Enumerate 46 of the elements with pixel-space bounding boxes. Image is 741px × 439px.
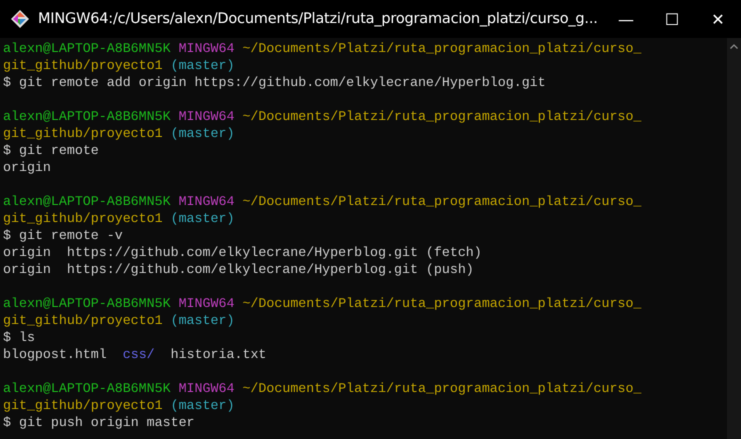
prompt-user: alexn@LAPTOP-A8B6MN5K — [3, 380, 171, 397]
prompt-user: alexn@LAPTOP-A8B6MN5K — [3, 108, 171, 125]
prompt-symbol: $ — [3, 329, 11, 346]
prompt-system: MINGW64 — [178, 380, 234, 397]
prompt-symbol: $ — [3, 142, 11, 159]
prompt-symbol: $ — [3, 74, 11, 91]
prompt-user: alexn@LAPTOP-A8B6MN5K — [3, 295, 171, 312]
prompt-user: alexn@LAPTOP-A8B6MN5K — [3, 40, 171, 57]
minimize-button[interactable]: — — [603, 0, 649, 38]
prompt-path: git_github/proyecto1 — [3, 57, 163, 74]
prompt-path: git_github/proyecto1 — [3, 210, 163, 227]
directory-name: css/ — [122, 346, 155, 363]
prompt-path: git_github/proyecto1 — [3, 397, 163, 414]
prompt-path: git_github/proyecto1 — [3, 312, 163, 329]
output-text: origin — [3, 159, 51, 176]
output-text: blogpost.html — [3, 346, 107, 363]
prompt-path: ~/Documents/Platzi/ruta_programacion_platzi/curso_ — [242, 193, 642, 210]
prompt-path: ~/Documents/Platzi/ruta_programacion_platzi/curso_ — [242, 380, 642, 397]
prompt-branch: (master) — [170, 57, 234, 74]
prompt-path: ~/Documents/Platzi/ruta_programacion_platzi/curso_ — [242, 40, 642, 57]
prompt-system: MINGW64 — [178, 40, 234, 57]
command-text: git remote -v — [18, 227, 123, 244]
prompt-branch: (master) — [170, 125, 234, 142]
command-text: git remote add origin https://github.com/elkylecrane/Hyperblog.git — [18, 74, 546, 91]
command-text: git push origin master — [18, 414, 195, 431]
command-text: git remote — [18, 142, 99, 159]
maximize-button[interactable]: ☐ — [649, 0, 695, 38]
prompt-symbol: $ — [3, 414, 11, 431]
prompt-user: alexn@LAPTOP-A8B6MN5K — [3, 193, 171, 210]
close-button[interactable]: ✕ — [695, 0, 741, 38]
output-text: origin https://github.com/elkylecrane/Hyperblog.git (fetch) — [3, 244, 482, 261]
window-title: MINGW64:/c/Users/alexn/Documents/Platzi/ruta_programacion_platzi/curso_g... — [38, 11, 599, 27]
prompt-path: git_github/proyecto1 — [3, 125, 163, 142]
output-text: historia.txt — [170, 346, 266, 363]
command-text: ls — [18, 329, 35, 346]
output-text: origin https://github.com/elkylecrane/Hyperblog.git (push) — [3, 261, 474, 278]
prompt-branch: (master) — [170, 210, 234, 227]
prompt-symbol: $ — [3, 227, 11, 244]
prompt-system: MINGW64 — [178, 108, 234, 125]
prompt-path: ~/Documents/Platzi/ruta_programacion_platzi/curso_ — [242, 108, 642, 125]
prompt-branch: (master) — [170, 312, 234, 329]
prompt-branch: (master) — [170, 397, 234, 414]
prompt-system: MINGW64 — [178, 193, 234, 210]
prompt-system: MINGW64 — [178, 295, 234, 312]
prompt-path: ~/Documents/Platzi/ruta_programacion_platzi/curso_ — [242, 295, 642, 312]
app-icon — [10, 9, 30, 29]
